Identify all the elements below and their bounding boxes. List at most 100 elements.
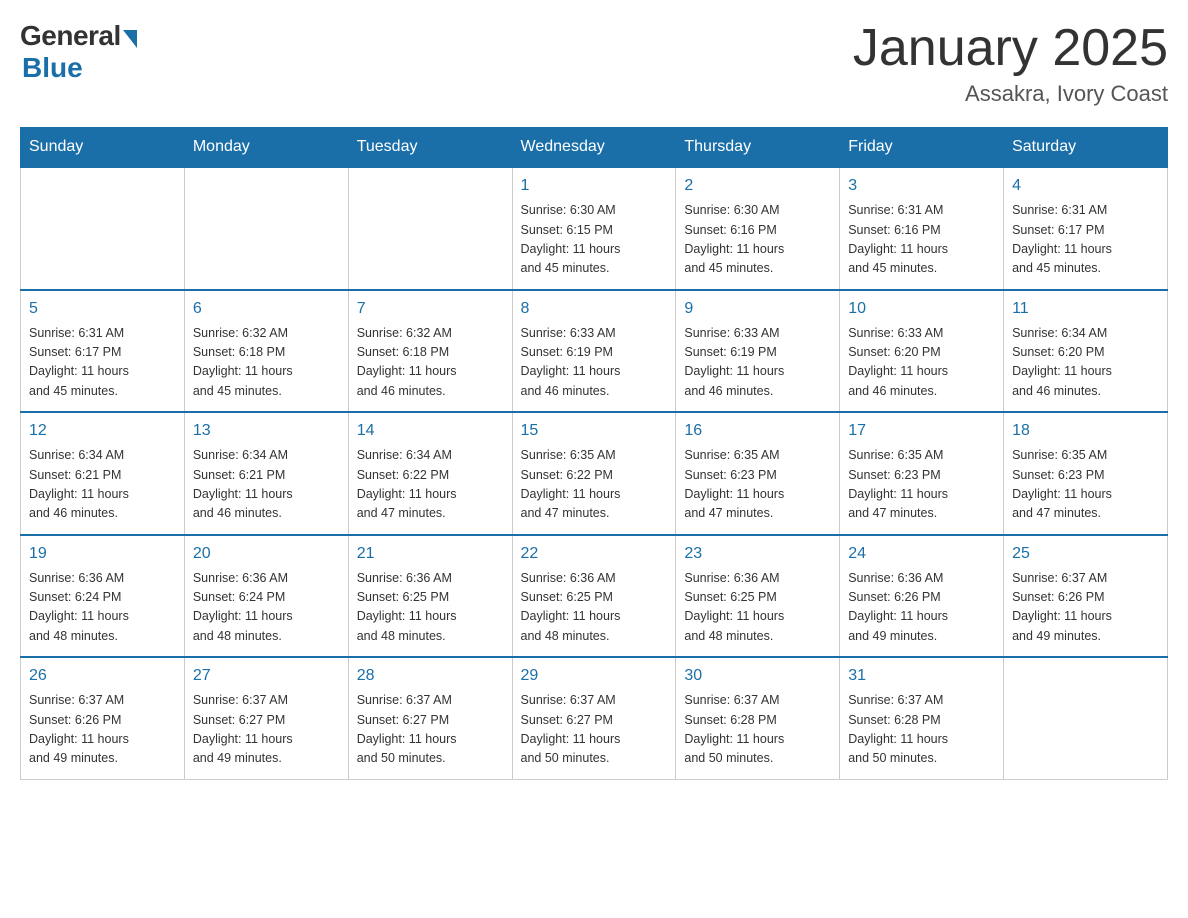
calendar-cell: 4Sunrise: 6:31 AMSunset: 6:17 PMDaylight… [1004,167,1168,290]
logo-arrow-icon [123,30,137,48]
calendar-table: SundayMondayTuesdayWednesdayThursdayFrid… [20,127,1168,780]
calendar-cell: 20Sunrise: 6:36 AMSunset: 6:24 PMDayligh… [184,535,348,658]
day-number: 30 [684,664,831,688]
location-title: Assakra, Ivory Coast [853,81,1168,107]
day-info: Sunrise: 6:34 AMSunset: 6:21 PMDaylight:… [29,446,176,524]
logo: General Blue [20,20,137,84]
logo-general-text: General [20,20,121,52]
day-number: 23 [684,542,831,566]
calendar-week-row-3: 12 Sunrise: 6:34 AMSunset: 6:21 PMDayligh… [21,412,1168,535]
day-number: 27 [193,664,340,688]
day-info: Sunrise: 6:34 AMSunset: 6:22 PMDaylight:… [357,446,504,524]
calendar-header-monday: Monday [184,128,348,168]
calendar-cell: 6 Sunrise: 6:32 AMSunset: 6:18 PMDaylight… [184,290,348,413]
calendar-header-row: SundayMondayTuesdayWednesdayThursdayFrid… [21,128,1168,168]
day-info: Sunrise: 6:33 AMSunset: 6:19 PMDaylight:… [521,324,668,402]
calendar-header-thursday: Thursday [676,128,840,168]
day-info: Sunrise: 6:37 AMSunset: 6:27 PMDaylight:… [521,691,668,769]
calendar-week-row-2: 5Sunrise: 6:31 AMSunset: 6:17 PMDaylight… [21,290,1168,413]
day-number: 9 [684,297,831,321]
day-info: Sunrise: 6:36 AMSunset: 6:25 PMDaylight:… [357,569,504,647]
calendar-cell: 30 Sunrise: 6:37 AMSunset: 6:28 PMDayligh… [676,657,840,779]
day-number: 31 [848,664,995,688]
calendar-cell: 8Sunrise: 6:33 AMSunset: 6:19 PMDaylight… [512,290,676,413]
calendar-header-friday: Friday [840,128,1004,168]
calendar-cell: 31Sunrise: 6:37 AMSunset: 6:28 PMDayligh… [840,657,1004,779]
calendar-cell: 23 Sunrise: 6:36 AMSunset: 6:25 PMDayligh… [676,535,840,658]
day-info: Sunrise: 6:34 AMSunset: 6:20 PMDaylight:… [1012,324,1159,402]
day-number: 19 [29,542,176,566]
calendar-cell: 22 Sunrise: 6:36 AMSunset: 6:25 PMDayligh… [512,535,676,658]
calendar-cell [348,167,512,290]
calendar-cell: 17 Sunrise: 6:35 AMSunset: 6:23 PMDayligh… [840,412,1004,535]
calendar-cell: 9 Sunrise: 6:33 AMSunset: 6:19 PMDaylight… [676,290,840,413]
day-info: Sunrise: 6:36 AMSunset: 6:25 PMDaylight:… [521,569,668,647]
calendar-cell: 19 Sunrise: 6:36 AMSunset: 6:24 PMDayligh… [21,535,185,658]
calendar-cell: 2Sunrise: 6:30 AMSunset: 6:16 PMDaylight… [676,167,840,290]
calendar-cell: 7 Sunrise: 6:32 AMSunset: 6:18 PMDaylight… [348,290,512,413]
month-title: January 2025 [853,20,1168,77]
day-number: 29 [521,664,668,688]
day-info: Sunrise: 6:30 AMSunset: 6:15 PMDaylight:… [521,201,668,279]
title-section: January 2025 Assakra, Ivory Coast [853,20,1168,107]
day-number: 22 [521,542,668,566]
day-number: 25 [1012,542,1159,566]
day-info: Sunrise: 6:33 AMSunset: 6:20 PMDaylight:… [848,324,995,402]
day-info: Sunrise: 6:33 AMSunset: 6:19 PMDaylight:… [684,324,831,402]
calendar-header-tuesday: Tuesday [348,128,512,168]
day-info: Sunrise: 6:36 AMSunset: 6:26 PMDaylight:… [848,569,995,647]
calendar-cell: 12 Sunrise: 6:34 AMSunset: 6:21 PMDayligh… [21,412,185,535]
day-number: 21 [357,542,504,566]
day-info: Sunrise: 6:30 AMSunset: 6:16 PMDaylight:… [684,201,831,279]
calendar-cell: 25Sunrise: 6:37 AMSunset: 6:26 PMDayligh… [1004,535,1168,658]
day-number: 14 [357,419,504,443]
day-number: 3 [848,174,995,198]
day-number: 24 [848,542,995,566]
calendar-week-row-4: 19 Sunrise: 6:36 AMSunset: 6:24 PMDayligh… [21,535,1168,658]
day-info: Sunrise: 6:36 AMSunset: 6:25 PMDaylight:… [684,569,831,647]
day-number: 12 [29,419,176,443]
day-info: Sunrise: 6:35 AMSunset: 6:23 PMDaylight:… [848,446,995,524]
day-number: 7 [357,297,504,321]
calendar-cell: 3 Sunrise: 6:31 AMSunset: 6:16 PMDaylight… [840,167,1004,290]
day-number: 6 [193,297,340,321]
day-number: 18 [1012,419,1159,443]
calendar-cell: 1Sunrise: 6:30 AMSunset: 6:15 PMDaylight… [512,167,676,290]
day-info: Sunrise: 6:32 AMSunset: 6:18 PMDaylight:… [193,324,340,402]
day-info: Sunrise: 6:37 AMSunset: 6:26 PMDaylight:… [29,691,176,769]
day-number: 11 [1012,297,1159,321]
calendar-cell: 14 Sunrise: 6:34 AMSunset: 6:22 PMDayligh… [348,412,512,535]
day-info: Sunrise: 6:35 AMSunset: 6:22 PMDaylight:… [521,446,668,524]
day-info: Sunrise: 6:36 AMSunset: 6:24 PMDaylight:… [193,569,340,647]
calendar-cell [184,167,348,290]
calendar-cell: 11 Sunrise: 6:34 AMSunset: 6:20 PMDayligh… [1004,290,1168,413]
calendar-cell: 26Sunrise: 6:37 AMSunset: 6:26 PMDayligh… [21,657,185,779]
day-number: 17 [848,419,995,443]
day-info: Sunrise: 6:36 AMSunset: 6:24 PMDaylight:… [29,569,176,647]
day-number: 5 [29,297,176,321]
calendar-header-wednesday: Wednesday [512,128,676,168]
calendar-cell: 18 Sunrise: 6:35 AMSunset: 6:23 PMDayligh… [1004,412,1168,535]
calendar-cell: 5Sunrise: 6:31 AMSunset: 6:17 PMDaylight… [21,290,185,413]
calendar-cell: 27Sunrise: 6:37 AMSunset: 6:27 PMDayligh… [184,657,348,779]
calendar-week-row-1: 1Sunrise: 6:30 AMSunset: 6:15 PMDaylight… [21,167,1168,290]
day-info: Sunrise: 6:35 AMSunset: 6:23 PMDaylight:… [1012,446,1159,524]
calendar-cell [1004,657,1168,779]
day-number: 4 [1012,174,1159,198]
logo-blue-text: Blue [22,52,83,84]
day-number: 13 [193,419,340,443]
calendar-header-sunday: Sunday [21,128,185,168]
calendar-week-row-5: 26Sunrise: 6:37 AMSunset: 6:26 PMDayligh… [21,657,1168,779]
calendar-cell: 24 Sunrise: 6:36 AMSunset: 6:26 PMDayligh… [840,535,1004,658]
calendar-cell: 16Sunrise: 6:35 AMSunset: 6:23 PMDayligh… [676,412,840,535]
calendar-cell: 13Sunrise: 6:34 AMSunset: 6:21 PMDayligh… [184,412,348,535]
calendar-header-saturday: Saturday [1004,128,1168,168]
day-info: Sunrise: 6:37 AMSunset: 6:28 PMDaylight:… [684,691,831,769]
day-info: Sunrise: 6:37 AMSunset: 6:27 PMDaylight:… [357,691,504,769]
day-number: 15 [521,419,668,443]
calendar-cell: 10Sunrise: 6:33 AMSunset: 6:20 PMDayligh… [840,290,1004,413]
day-number: 16 [684,419,831,443]
day-info: Sunrise: 6:31 AMSunset: 6:16 PMDaylight:… [848,201,995,279]
calendar-cell: 28Sunrise: 6:37 AMSunset: 6:27 PMDayligh… [348,657,512,779]
day-info: Sunrise: 6:32 AMSunset: 6:18 PMDaylight:… [357,324,504,402]
